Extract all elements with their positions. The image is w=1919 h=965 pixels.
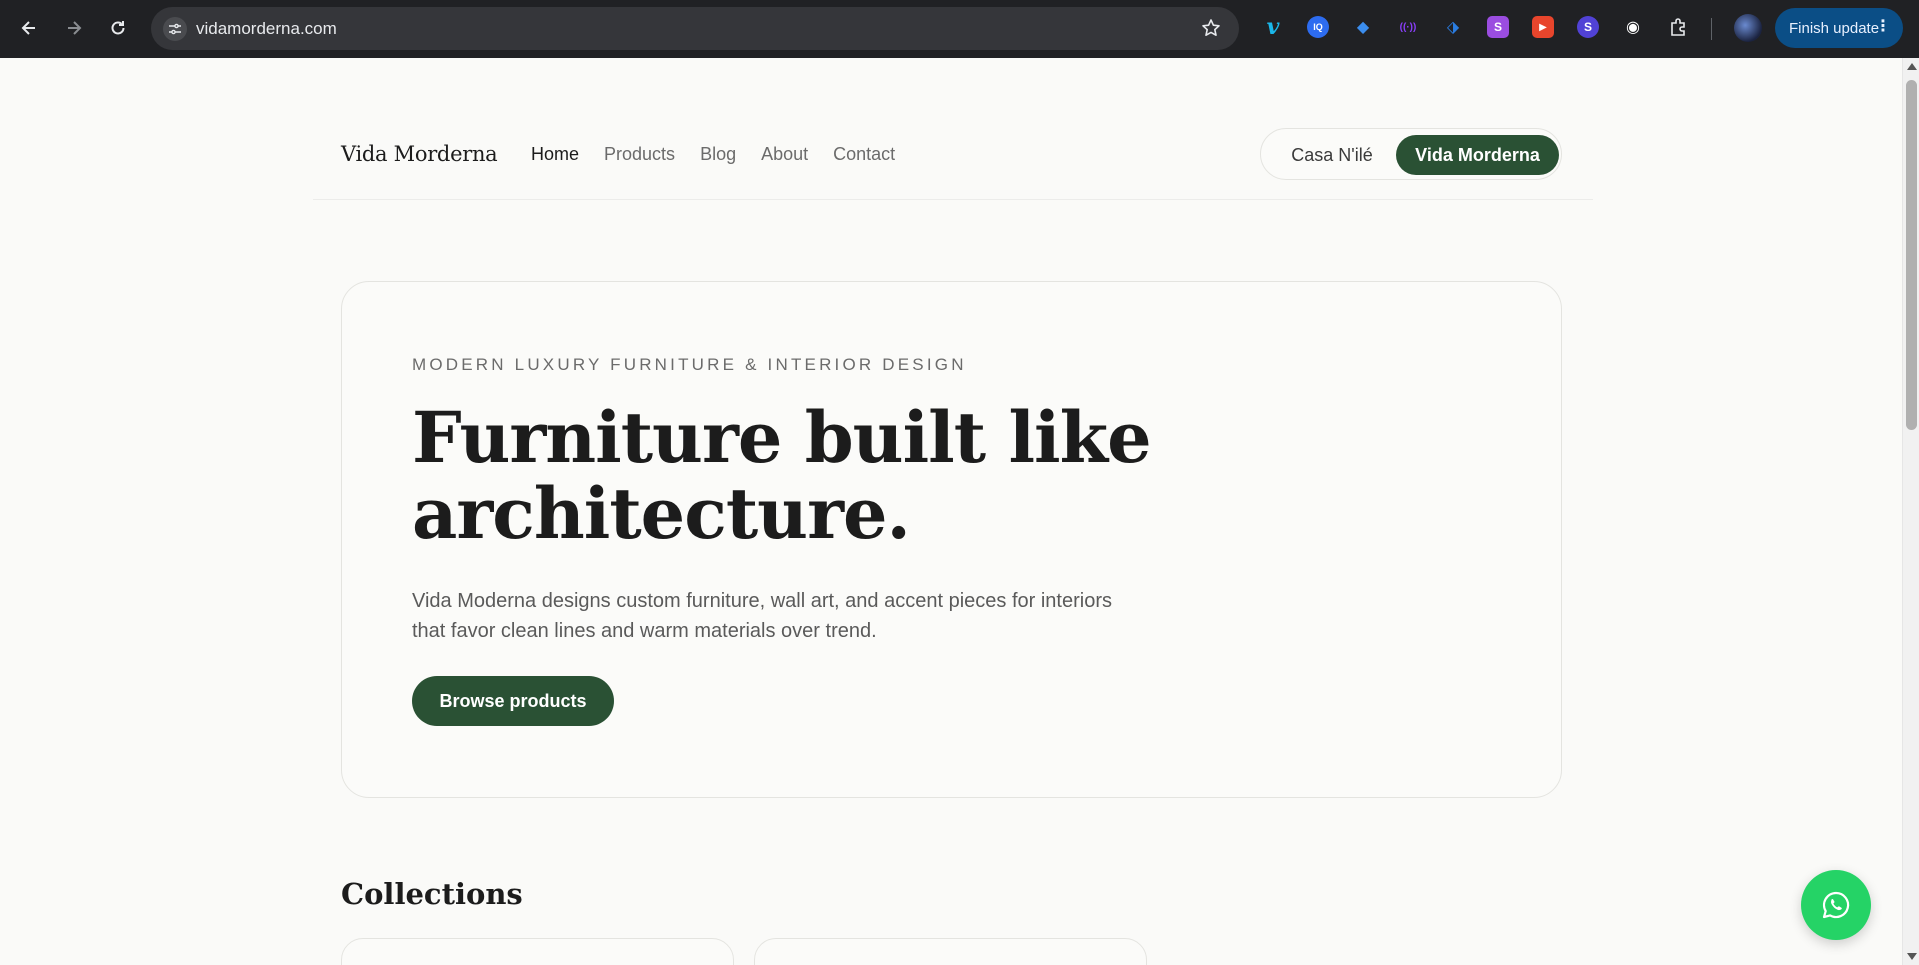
forward-arrow-icon: [68, 21, 82, 35]
brand-switcher: Casa N'ilé Vida Morderna: [1260, 128, 1562, 180]
back-arrow-icon: [21, 21, 35, 35]
hero-headline: Furniture built like architecture.: [412, 396, 1152, 555]
disc-icon[interactable]: ◉: [1622, 16, 1644, 38]
hero-subtitle: Vida Moderna designs custom furniture, w…: [412, 590, 1112, 642]
vimeo-icon[interactable]: v: [1262, 14, 1284, 40]
site-header: Vida Morderna Home Products Blog About C…: [313, 58, 1593, 200]
nav-blog[interactable]: Blog: [700, 144, 736, 165]
browse-products-button[interactable]: Browse products: [412, 676, 614, 726]
nav-about[interactable]: About: [761, 144, 808, 165]
url-text[interactable]: vidamorderna.com: [196, 19, 337, 39]
toolbar-divider: [1711, 18, 1712, 40]
reload-button[interactable]: [104, 14, 132, 42]
hero-eyebrow: MODERN LUXURY FURNITURE & INTERIOR DESIG…: [412, 355, 967, 374]
more-vert-icon[interactable]: ⋮: [1875, 19, 1891, 35]
whatsapp-chat-button[interactable]: [1801, 870, 1871, 940]
collection-card[interactable]: [754, 938, 1147, 965]
scroll-up-arrow-icon[interactable]: [1907, 63, 1917, 70]
main-nav: Home Products Blog About Contact: [531, 144, 895, 165]
browser-toolbar: vidamorderna.com v IQ ◆ ((·)) ⬗ S ▶ S ◉ …: [0, 0, 1919, 58]
address-bar[interactable]: vidamorderna.com: [151, 7, 1239, 50]
scrollbar-thumb[interactable]: [1906, 80, 1917, 430]
nav-products[interactable]: Products: [604, 144, 675, 165]
profile-avatar[interactable]: [1734, 14, 1762, 42]
hero-card: MODERN LUXURY FURNITURE & INTERIOR DESIG…: [341, 281, 1562, 798]
scroll-down-arrow-icon[interactable]: [1907, 953, 1917, 960]
s-circle-icon[interactable]: S: [1577, 16, 1599, 38]
page: Vida Morderna Home Products Blog About C…: [0, 58, 1902, 965]
collections-heading: Collections: [341, 877, 523, 911]
bookmark-star-icon[interactable]: [1201, 18, 1221, 43]
switcher-vida-morderna[interactable]: Vida Morderna: [1396, 135, 1559, 175]
tag-icon[interactable]: ⬗: [1442, 16, 1464, 38]
slides-icon[interactable]: ▶: [1532, 16, 1554, 38]
page-scrollbar[interactable]: [1902, 58, 1919, 965]
site-settings-icon[interactable]: [163, 17, 187, 41]
collection-card[interactable]: [341, 938, 734, 965]
s-purple-icon[interactable]: S: [1487, 16, 1509, 38]
puzzle-icon[interactable]: [1667, 16, 1689, 38]
nav-home[interactable]: Home: [531, 144, 579, 165]
site-logo[interactable]: Vida Morderna: [341, 142, 498, 166]
diamond-icon[interactable]: ◆: [1352, 16, 1374, 38]
signal-icon[interactable]: ((·)): [1397, 16, 1419, 38]
iq-icon[interactable]: IQ: [1307, 16, 1329, 38]
finish-update-button[interactable]: Finish update ⋮: [1775, 8, 1903, 48]
reload-icon: [111, 21, 125, 35]
nav-contact[interactable]: Contact: [833, 144, 895, 165]
forward-button[interactable]: [60, 14, 88, 42]
back-button[interactable]: [15, 14, 43, 42]
whatsapp-icon: [1822, 891, 1850, 919]
finish-update-label: Finish update: [1789, 19, 1880, 37]
switcher-casa-nile[interactable]: Casa N'ilé: [1269, 135, 1395, 175]
